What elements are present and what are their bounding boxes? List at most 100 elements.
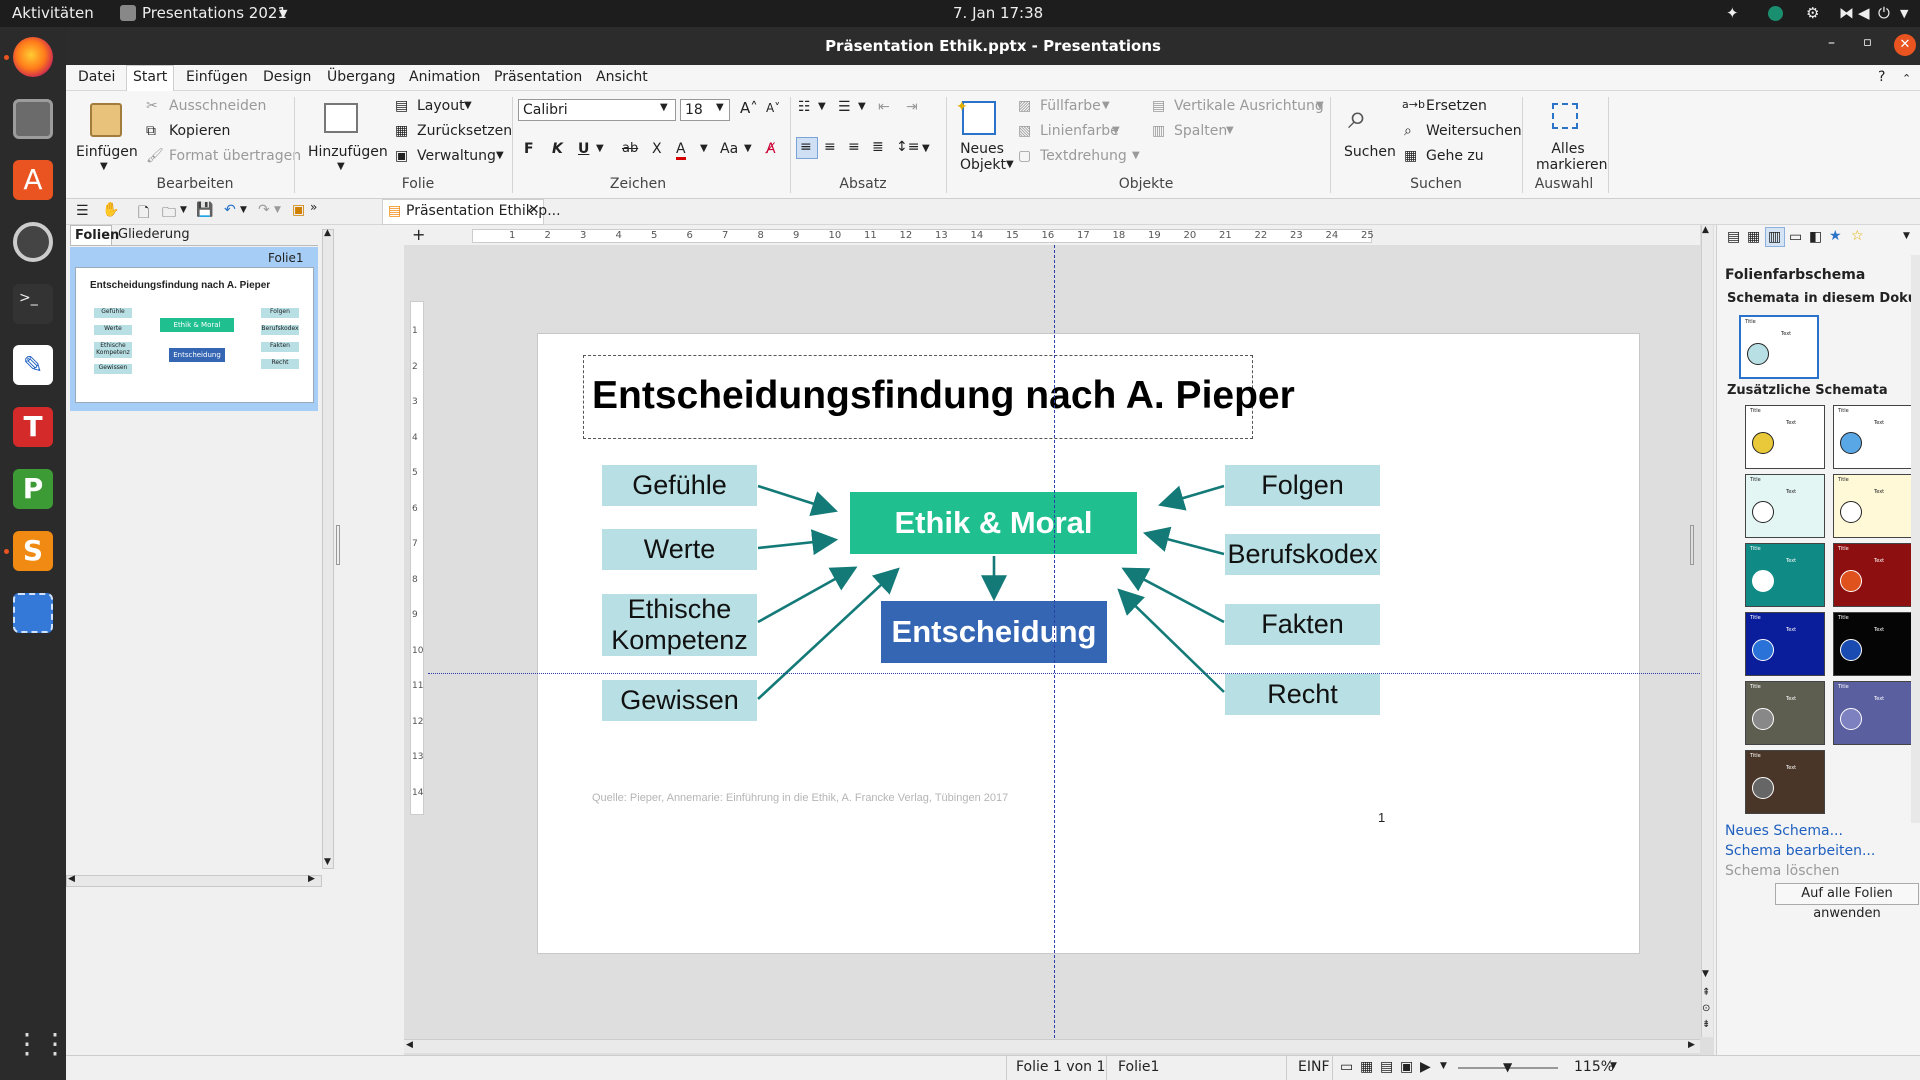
editor-vscrollbar[interactable] bbox=[1701, 225, 1713, 1037]
clock[interactable]: 7. Jan 17:38 bbox=[953, 4, 1043, 22]
sidebar-tool-4-icon[interactable]: ▭ bbox=[1789, 229, 1802, 245]
label-gewissen[interactable]: Gewissen bbox=[602, 680, 757, 721]
select-all-button[interactable]: Alles markieren bbox=[1536, 141, 1608, 173]
indent-increase-icon[interactable]: ⇥ bbox=[906, 99, 918, 115]
chevron-down-icon[interactable]: ▼ bbox=[744, 143, 752, 154]
menu-design[interactable]: Design bbox=[263, 69, 311, 85]
open-folder-icon[interactable]: 🗀 bbox=[162, 202, 176, 226]
fill-color-button[interactable]: Füllfarbe bbox=[1040, 98, 1101, 114]
chevron-down-icon[interactable]: ▼ bbox=[1316, 100, 1324, 111]
align-left-icon[interactable]: ≡ bbox=[800, 139, 812, 155]
editor-hscrollbar[interactable] bbox=[404, 1039, 1700, 1053]
font-color-button[interactable]: A bbox=[676, 141, 686, 160]
browse-icon[interactable]: ⊙ bbox=[1702, 1003, 1710, 1014]
scheme-option[interactable]: Title Text bbox=[1833, 681, 1913, 745]
chevron-down-icon[interactable]: ▼ bbox=[274, 205, 281, 215]
manage-button[interactable]: Verwaltung bbox=[417, 148, 496, 164]
scroll-down-icon[interactable]: ▼ bbox=[1702, 969, 1709, 979]
slide-canvas[interactable]: Entscheidungsfindung nach A. Pieper Ethi… bbox=[537, 333, 1640, 954]
chevron-down-icon[interactable]: ▼ bbox=[496, 150, 504, 161]
chevron-down-icon[interactable]: ▼ bbox=[100, 161, 108, 172]
help-icon[interactable]: ? bbox=[1878, 69, 1885, 85]
chevron-down-icon[interactable]: ▼ bbox=[596, 143, 604, 154]
scroll-right-icon[interactable]: ▶ bbox=[308, 874, 315, 884]
zoom-slider-thumb[interactable]: ▼ bbox=[1503, 1060, 1512, 1074]
decision-box[interactable]: Entscheidung bbox=[881, 601, 1107, 663]
goto-button[interactable]: Gehe zu bbox=[1426, 148, 1484, 164]
chevron-down-icon[interactable]: ▼ bbox=[1903, 231, 1910, 241]
scheme-option[interactable]: Title Text bbox=[1745, 543, 1825, 607]
minimize-icon[interactable]: – bbox=[1828, 35, 1835, 51]
sidebar-tool-2-icon[interactable]: ▦ bbox=[1747, 229, 1760, 245]
label-recht[interactable]: Recht bbox=[1225, 674, 1380, 715]
panel-splitter[interactable] bbox=[336, 525, 340, 565]
planmaker-icon[interactable]: P bbox=[13, 469, 53, 509]
cut-button[interactable]: Ausschneiden bbox=[169, 98, 266, 114]
menu-icon[interactable]: ☰ bbox=[76, 203, 89, 219]
find-next-button[interactable]: Weitersuchen bbox=[1426, 123, 1522, 139]
sidebar-scrollbar[interactable] bbox=[1911, 255, 1920, 823]
status-insert-mode[interactable]: EINF bbox=[1298, 1059, 1330, 1075]
menu-einfuegen[interactable]: Einfügen bbox=[186, 69, 248, 85]
chevron-down-icon[interactable]: ▼ bbox=[1102, 100, 1110, 111]
chevron-down-icon[interactable]: ▼ bbox=[240, 205, 247, 215]
power-icon[interactable]: ⏻ bbox=[1878, 4, 1890, 22]
text-frame-icon[interactable]: ▣ bbox=[292, 202, 305, 218]
indicator-icon[interactable]: ⚙ bbox=[1806, 4, 1819, 22]
new-scheme-link[interactable]: Neues Schema... bbox=[1725, 823, 1843, 839]
menu-animation[interactable]: Animation bbox=[409, 69, 480, 85]
chevron-down-icon[interactable]: ▼ bbox=[1132, 150, 1140, 161]
reset-button[interactable]: Zurücksetzen bbox=[417, 123, 512, 139]
chevron-up-icon[interactable]: ⌃ bbox=[1902, 72, 1911, 85]
chevron-down-icon[interactable]: ▼ bbox=[464, 100, 472, 111]
chevron-down-icon[interactable]: ▼ bbox=[1112, 125, 1120, 136]
view-master-icon[interactable]: ▣ bbox=[1400, 1059, 1413, 1075]
scroll-left-icon[interactable]: ◀ bbox=[68, 874, 75, 884]
slides-hscrollbar[interactable] bbox=[66, 875, 322, 887]
layout-button[interactable]: Layout bbox=[417, 98, 465, 114]
chevron-down-icon[interactable]: ▼ bbox=[337, 161, 345, 172]
chevron-down-icon[interactable]: ▼ bbox=[1440, 1061, 1447, 1071]
scheme-option[interactable]: Title Text bbox=[1833, 543, 1913, 607]
align-justify-icon[interactable]: ≣ bbox=[872, 139, 884, 155]
menu-start[interactable]: Start bbox=[133, 69, 167, 85]
dropbox-icon[interactable]: ✦ bbox=[1726, 4, 1739, 22]
more-icon[interactable]: » bbox=[310, 200, 317, 214]
bold-button[interactable]: F bbox=[524, 141, 534, 157]
scroll-down-icon[interactable]: ▼ bbox=[324, 857, 331, 867]
prev-page-icon[interactable]: ⇞ bbox=[1702, 987, 1710, 998]
columns-button[interactable]: Spalten bbox=[1174, 123, 1227, 139]
firefox-icon[interactable] bbox=[13, 37, 53, 77]
scroll-up-icon[interactable]: ▲ bbox=[1702, 225, 1709, 235]
numbered-list-icon[interactable]: ☰ bbox=[838, 99, 851, 115]
align-center-icon[interactable]: ≡ bbox=[824, 139, 836, 155]
scheme-option[interactable]: Title Text bbox=[1833, 474, 1913, 538]
effects-icon[interactable]: ★ bbox=[1829, 228, 1842, 244]
search-button[interactable]: Suchen bbox=[1344, 144, 1396, 160]
menu-ansicht[interactable]: Ansicht bbox=[596, 69, 648, 85]
scheme-option[interactable]: Title Text bbox=[1745, 612, 1825, 676]
screenshot-icon[interactable] bbox=[13, 593, 53, 633]
delete-scheme-link[interactable]: Schema löschen bbox=[1725, 863, 1840, 879]
center-box[interactable]: Ethik & Moral bbox=[850, 492, 1137, 554]
files-icon[interactable] bbox=[13, 99, 53, 139]
next-page-icon[interactable]: ⇟ bbox=[1702, 1019, 1710, 1030]
maximize-icon[interactable]: ▫ bbox=[1863, 35, 1872, 50]
underline-button[interactable]: U bbox=[578, 141, 589, 157]
valign-button[interactable]: Vertikale Ausrichtung bbox=[1174, 98, 1324, 114]
strikethrough-button[interactable]: ab bbox=[622, 141, 638, 156]
menu-praesentation[interactable]: Präsentation bbox=[494, 69, 582, 85]
search-icon[interactable]: ⌕ bbox=[1348, 97, 1367, 137]
font-name-select[interactable]: Calibri bbox=[518, 99, 676, 121]
bullet-list-icon[interactable]: ☷ bbox=[798, 99, 811, 115]
line-color-button[interactable]: Linienfarbe bbox=[1040, 123, 1119, 139]
line-spacing-icon[interactable]: ↕≡ bbox=[896, 139, 919, 155]
grow-font-icon[interactable]: A˄ bbox=[740, 99, 758, 117]
view-normal-icon[interactable]: ▭ bbox=[1340, 1059, 1353, 1075]
app-grid-icon[interactable]: ⋮⋮⋮ bbox=[13, 1024, 97, 1064]
volume-icon[interactable]: ◀ bbox=[1858, 4, 1870, 22]
apply-all-button[interactable]: Auf alle Folien anwenden bbox=[1775, 883, 1919, 921]
shrink-font-icon[interactable]: A˅ bbox=[766, 101, 780, 115]
sidebar-tool-5-icon[interactable]: ◧ bbox=[1809, 229, 1822, 245]
format-painter-button[interactable]: Format übertragen bbox=[169, 148, 301, 164]
